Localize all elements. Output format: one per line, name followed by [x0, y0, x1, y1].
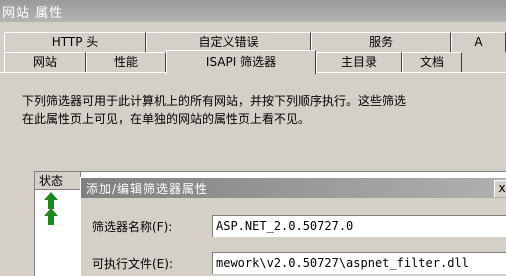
green-up-arrow-icon	[44, 192, 58, 209]
status-column-header[interactable]: 状态	[35, 172, 81, 190]
executable-label: 可执行文件(E):	[92, 257, 173, 271]
filter-name-input[interactable]: ASP.NET_2.0.50727.0	[212, 215, 506, 237]
tab-documents[interactable]: 文档	[402, 52, 462, 72]
executable-input[interactable]: mework\v2.0.50727\aspnet_filter.dll	[212, 252, 506, 274]
tab-isapi-filters[interactable]: ISAPI 筛选器	[166, 50, 316, 74]
tab-http-headers[interactable]: HTTP 头	[4, 32, 146, 52]
dialog-close-button[interactable]: x	[494, 180, 506, 197]
tab-custom-errors[interactable]: 自定义错误	[146, 32, 311, 52]
tab-performance[interactable]: 性能	[86, 52, 166, 72]
tab-website[interactable]: 网站	[4, 52, 86, 72]
tab-service[interactable]: 服务	[311, 32, 451, 52]
dialog-titlebar: 添加/编辑筛选器属性	[81, 178, 506, 198]
filter-name-label: 筛选器名称(F):	[92, 220, 173, 234]
dialog-title: 添加/编辑筛选器属性	[86, 182, 209, 196]
description-line-1: 下列筛选器可用于此计算机上的所有网站，并按下列顺序执行。这些筛选	[22, 94, 407, 108]
tab-home-directory[interactable]: 主目录	[316, 52, 402, 72]
window-titlebar: 网站 属性	[0, 0, 506, 22]
window-title: 网站 属性	[2, 6, 64, 21]
filters-description: 下列筛选器可用于此计算机上的所有网站，并按下列顺序执行。这些筛选 在此属性页上可…	[22, 92, 506, 128]
description-line-2: 在此属性页上可见，在单独的网站的属性页上看不见。	[22, 112, 311, 126]
green-up-arrow-icon	[44, 208, 58, 225]
tab-asp-net[interactable]: A	[451, 32, 506, 52]
